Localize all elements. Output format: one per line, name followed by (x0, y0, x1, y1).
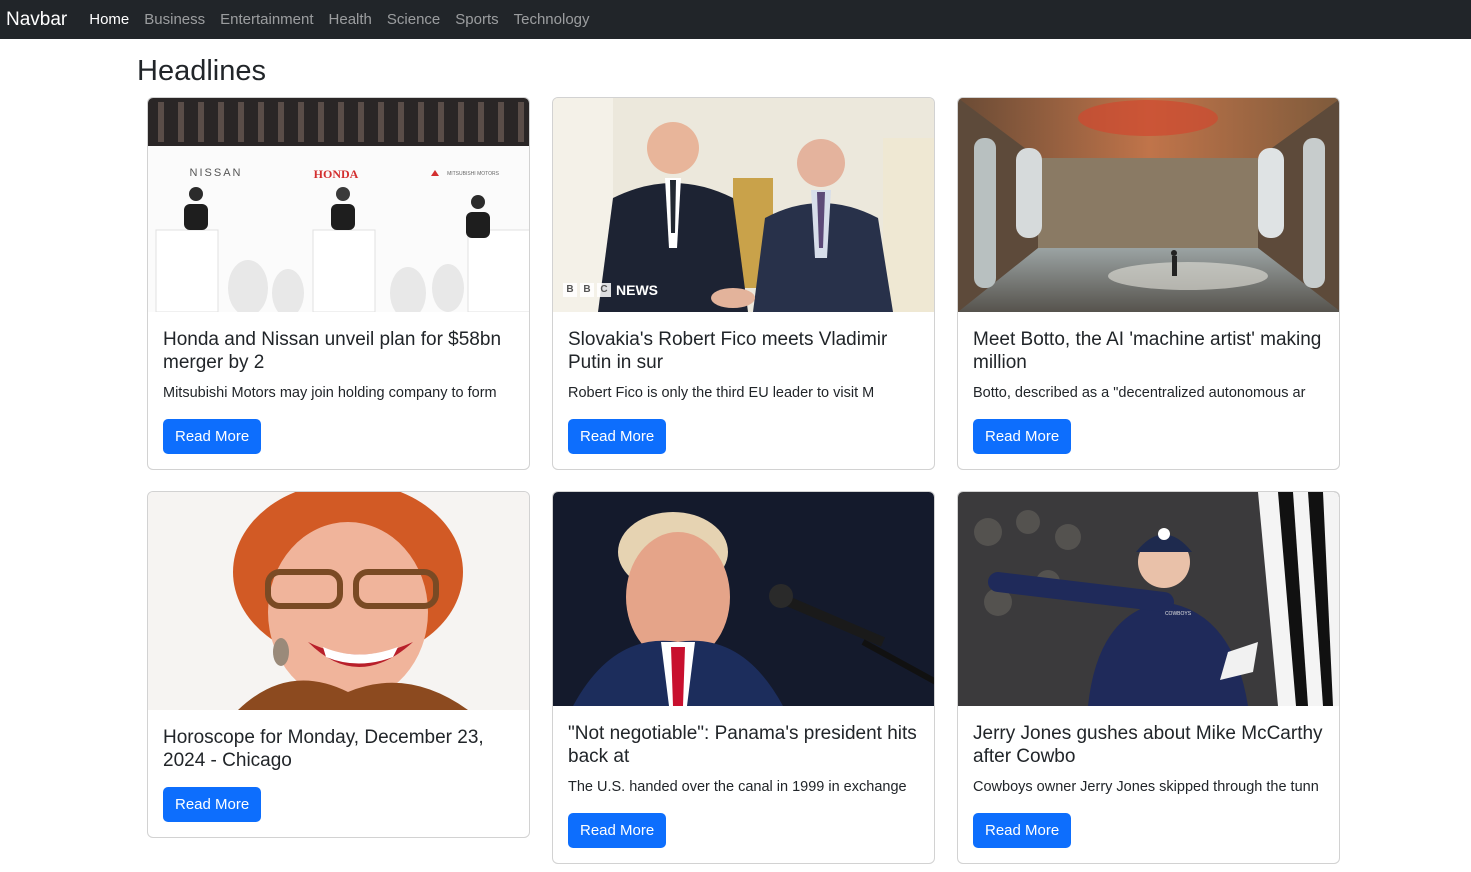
navbar: Navbar Home Business Entertainment Healt… (0, 0, 1471, 39)
card-title: Jerry Jones gushes about Mike McCarthy a… (973, 723, 1323, 767)
card-title: Honda and Nissan unveil plan for $58bn m… (163, 329, 502, 373)
read-more-button[interactable]: Read More (163, 787, 262, 822)
main-content: Headlines NISSAN HONDA MITSUBISHI MOTORS (0, 39, 1471, 872)
cowboys-shirt-text: COWBOYS (1165, 611, 1192, 617)
nav-link-technology[interactable]: Technology (514, 11, 590, 28)
news-card: COWBOYS Jerry Jones gushes about Mike Mc… (957, 491, 1340, 864)
card-text: Robert Fico is only the third EU leader … (568, 385, 875, 401)
news-image: B B C NEWS (553, 98, 934, 312)
honda-logo-text: HONDA (314, 167, 359, 181)
nissan-logo-text: NISSAN (190, 167, 243, 179)
news-card: Horoscope for Monday, December 23, 2024 … (147, 491, 530, 838)
card-title: Slovakia's Robert Fico meets Vladimir Pu… (568, 329, 888, 373)
read-more-button[interactable]: Read More (973, 813, 1072, 848)
news-image: COWBOYS (958, 492, 1339, 706)
card-text: Botto, described as a "decentralized aut… (973, 385, 1306, 401)
nav-link-entertainment[interactable]: Entertainment (220, 11, 313, 28)
nav-link-science[interactable]: Science (387, 11, 440, 28)
read-more-button[interactable]: Read More (163, 419, 262, 454)
news-card: "Not negotiable": Panama's president hit… (552, 491, 935, 864)
news-card: NISSAN HONDA MITSUBISHI MOTORS Honda and… (147, 97, 530, 470)
news-card: B B C NEWS Slovakia's Robert Fico meets … (552, 97, 935, 470)
nav-link-health[interactable]: Health (329, 11, 372, 28)
news-image: NISSAN HONDA MITSUBISHI MOTORS (148, 98, 529, 312)
page-heading: Headlines (137, 55, 266, 87)
card-text: The U.S. handed over the canal in 1999 i… (568, 779, 907, 795)
bbc-news-logo: B B C NEWS (563, 282, 658, 298)
navbar-brand[interactable]: Navbar (6, 9, 67, 31)
nav-link-home[interactable]: Home (89, 11, 129, 28)
read-more-button[interactable]: Read More (568, 419, 667, 454)
read-more-button[interactable]: Read More (568, 813, 667, 848)
mitsubishi-logo-text: MITSUBISHI MOTORS (447, 171, 500, 177)
card-title: Horoscope for Monday, December 23, 2024 … (163, 727, 484, 771)
news-image (553, 492, 934, 706)
news-card: Meet Botto, the AI 'machine artist' maki… (957, 97, 1340, 470)
card-title: "Not negotiable": Panama's president hit… (568, 723, 917, 767)
nav-link-sports[interactable]: Sports (455, 11, 498, 28)
card-text: Cowboys owner Jerry Jones skipped throug… (973, 779, 1319, 795)
card-text: Mitsubishi Motors may join holding compa… (163, 385, 497, 401)
news-image (958, 98, 1339, 312)
read-more-button[interactable]: Read More (973, 419, 1072, 454)
card-title: Meet Botto, the AI 'machine artist' maki… (973, 329, 1322, 373)
news-image (148, 492, 529, 710)
nav-link-business[interactable]: Business (144, 11, 205, 28)
